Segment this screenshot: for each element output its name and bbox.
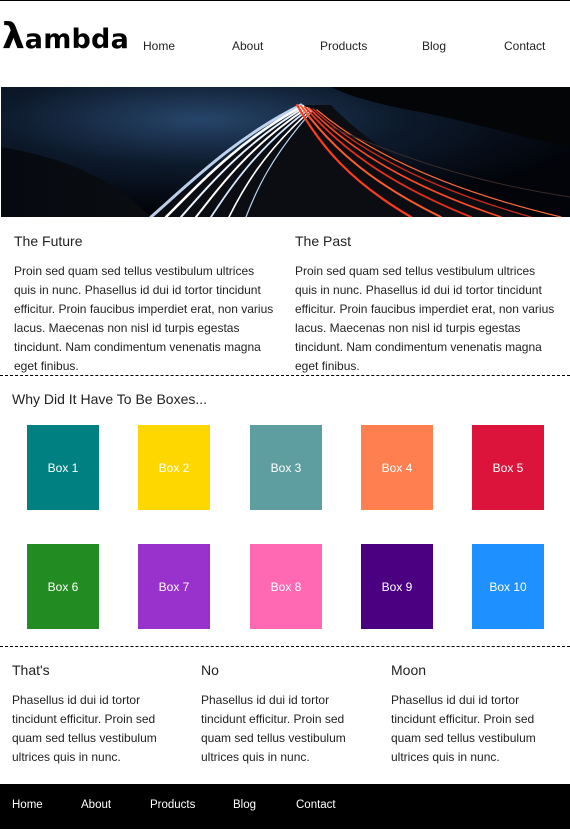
box-label: Box 7 <box>158 579 190 594</box>
page: λ ambda Home About Products Blog Contact <box>0 0 570 830</box>
no-text: Phasellus id dui id tortor tincidunt eff… <box>201 693 346 764</box>
box-8: Box 8 <box>250 544 322 629</box>
section-divider <box>0 375 570 376</box>
thats-title: That's <box>12 662 50 678</box>
logo-text: ambda <box>24 24 130 55</box>
box-10: Box 10 <box>472 544 544 629</box>
box-label: Box 5 <box>492 460 524 475</box>
boxes-section-title: Why Did It Have To Be Boxes... <box>12 391 208 407</box>
footer-blog-link[interactable]: Blog <box>233 799 256 811</box>
past-text: Proin sed quam sed tellus vestibulum ult… <box>295 264 555 373</box>
moon-title: Moon <box>391 662 427 678</box>
section-divider <box>0 646 570 647</box>
nav-blog-link[interactable]: Blog <box>422 39 446 53</box>
box-9: Box 9 <box>361 544 433 629</box>
box-label: Box 2 <box>158 460 190 475</box>
box-label: Box 9 <box>381 579 413 594</box>
box-label: Box 3 <box>270 460 302 475</box>
footer: Home About Products Blog Contact <box>0 784 570 829</box>
hero-image <box>1 87 570 217</box>
site-logo[interactable]: λ ambda <box>2 15 129 55</box>
box-7: Box 7 <box>138 544 210 629</box>
nav-products-link[interactable]: Products <box>320 39 367 53</box>
future-title: The Future <box>14 233 83 249</box>
box-label: Box 6 <box>47 579 79 594</box>
footer-about-link[interactable]: About <box>81 799 111 811</box>
nav-home-link[interactable]: Home <box>143 39 175 53</box>
moon-text: Phasellus id dui id tortor tincidunt eff… <box>391 693 536 764</box>
thats-text: Phasellus id dui id tortor tincidunt eff… <box>12 693 157 764</box>
lambda-icon: λ <box>2 16 25 57</box>
future-text: Proin sed quam sed tellus vestibulum ult… <box>14 264 274 373</box>
box-4: Box 4 <box>361 425 433 510</box>
nav-contact-link[interactable]: Contact <box>504 39 545 53</box>
past-title: The Past <box>295 233 352 249</box>
no-title: No <box>201 662 219 678</box>
box-label: Box 1 <box>47 460 79 475</box>
nav-about-link[interactable]: About <box>232 39 263 53</box>
box-label: Box 4 <box>381 460 413 475</box>
footer-home-link[interactable]: Home <box>12 799 43 811</box>
footer-products-link[interactable]: Products <box>150 799 195 811</box>
box-6: Box 6 <box>27 544 99 629</box>
header: λ ambda Home About Products Blog Contact <box>0 1 570 87</box>
box-1: Box 1 <box>27 425 99 510</box>
footer-contact-link[interactable]: Contact <box>296 799 336 811</box>
box-2: Box 2 <box>138 425 210 510</box>
box-label: Box 8 <box>270 579 302 594</box>
box-3: Box 3 <box>250 425 322 510</box>
box-5: Box 5 <box>472 425 544 510</box>
box-label: Box 10 <box>489 579 527 594</box>
